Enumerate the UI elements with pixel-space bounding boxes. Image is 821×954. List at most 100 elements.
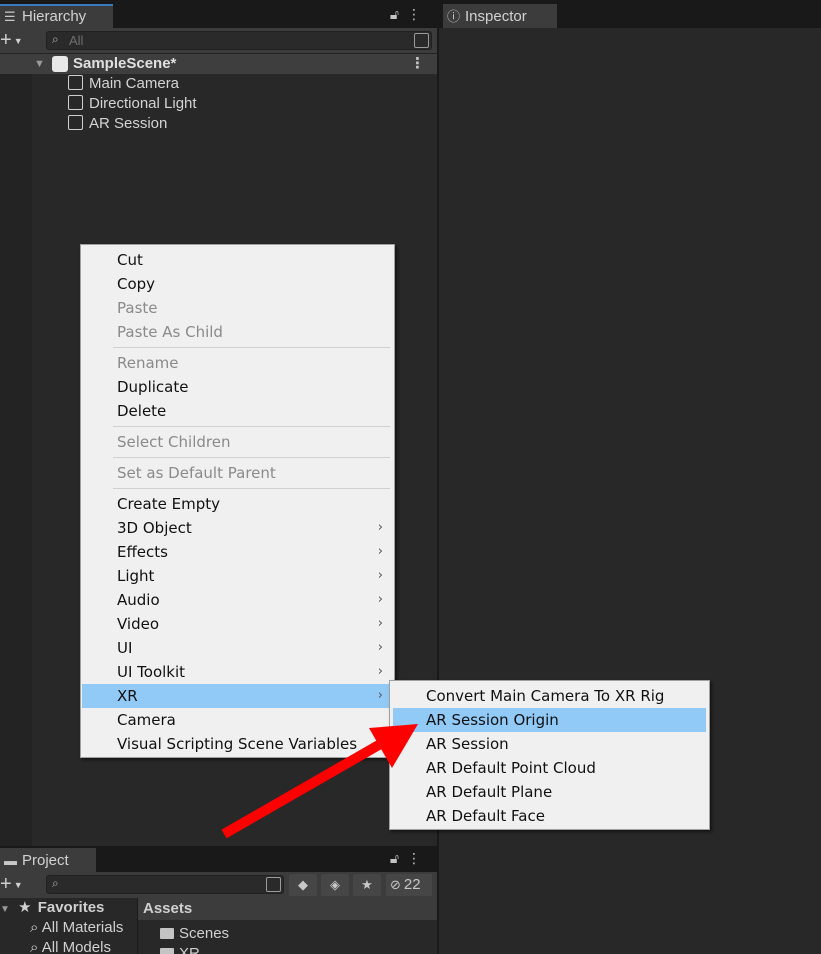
assets-breadcrumb[interactable]: Assets (138, 898, 437, 920)
chevron-right-icon: › (377, 688, 383, 703)
search-by-type-icon[interactable]: ◆ (289, 874, 317, 896)
tab-inspector[interactable]: ⓘ Inspector (443, 4, 557, 28)
lock-icon[interactable]: 🔓︎ (390, 6, 407, 22)
folder-icon (160, 928, 174, 939)
menu-separator (113, 488, 390, 489)
more-options-icon[interactable]: ⋮ (407, 850, 429, 866)
favorites-item[interactable]: ⌕ All Models (30, 938, 111, 954)
project-tabbar: ▬ Project 🔓︎⋮ (0, 848, 437, 872)
more-options-icon[interactable]: ⋮ (407, 6, 429, 22)
scene-more-icon[interactable]: ⋮ (410, 54, 425, 74)
favorites-item-label: All Materials (41, 919, 124, 936)
eye-hidden-icon: ⊘ (390, 877, 401, 892)
submenu-item-ar-default-plane[interactable]: AR Default Plane (393, 780, 706, 804)
menu-item-3d-object[interactable]: 3D Object › (82, 516, 393, 540)
menu-item-label: UI Toolkit (117, 663, 186, 681)
menu-separator (113, 457, 390, 458)
scene-icon (52, 56, 68, 72)
hierarchy-item-label: AR Session (89, 115, 168, 132)
tab-project[interactable]: ▬ Project (0, 848, 96, 872)
favorites-item[interactable]: ⌕ All Materials (30, 918, 123, 938)
menu-item-paste-as-child: Paste As Child (82, 320, 393, 344)
hierarchy-item[interactable]: Directional Light (68, 94, 197, 114)
list-icon: ☰ (4, 9, 16, 24)
create-asset-button[interactable]: + ▼ (0, 874, 23, 895)
lock-icon[interactable]: 🔓︎ (390, 850, 407, 866)
menu-item-label: Visual Scripting Scene Variables (117, 735, 358, 753)
info-icon: ⓘ (447, 9, 461, 24)
menu-item-label: 3D Object (117, 519, 192, 537)
submenu-item-ar-default-point-cloud[interactable]: AR Default Point Cloud (393, 756, 706, 780)
submenu-item-ar-session[interactable]: AR Session (393, 732, 706, 756)
gameobject-cube-icon (68, 115, 83, 130)
menu-item-label: Duplicate (117, 378, 189, 396)
foldout-arrow-icon[interactable]: ▼ (34, 54, 45, 74)
project-assets-view: Assets Scenes XR (137, 898, 437, 954)
project-panel: ▬ Project 🔓︎⋮ + ▼ ⌕ ◆ ◈ ★ ⊘ 22 ▼ ★ Favorit… (0, 848, 437, 954)
menu-item-cut[interactable]: Cut (82, 248, 393, 272)
search-options-icon[interactable] (414, 33, 429, 48)
menu-item-label: UI (117, 639, 133, 657)
menu-item-xr[interactable]: XR › (82, 684, 393, 708)
menu-separator (113, 426, 390, 427)
menu-item-label: Light (117, 567, 155, 585)
search-options-icon[interactable] (266, 877, 281, 892)
project-search-field[interactable]: ⌕ (46, 875, 284, 894)
asset-folder-label: XR (179, 945, 200, 954)
menu-item-camera[interactable]: Camera (82, 708, 393, 732)
menu-item-ui-toolkit[interactable]: UI Toolkit › (82, 660, 393, 684)
inspector-tabbar: ⓘ Inspector (439, 4, 821, 28)
favorite-star-icon[interactable]: ★ (353, 874, 381, 896)
hidden-packages-toggle[interactable]: ⊘ 22 (386, 874, 432, 896)
menu-item-audio[interactable]: Audio › (82, 588, 393, 612)
chevron-right-icon: › (377, 520, 383, 535)
tab-inspector-label: Inspector (465, 8, 527, 25)
favorites-item-label: All Models (41, 939, 111, 954)
menu-item-label: Cut (117, 251, 143, 269)
tab-hierarchy[interactable]: ☰ Hierarchy (0, 4, 113, 28)
hierarchy-search-field[interactable]: ⌕ All (46, 31, 432, 50)
tab-hierarchy-label: Hierarchy (22, 8, 87, 25)
scene-row[interactable]: ▼ SampleScene* ⋮ (0, 54, 437, 74)
chevron-right-icon: › (377, 568, 383, 583)
submenu-item-label: AR Default Plane (426, 783, 553, 801)
hierarchy-gutter (0, 74, 32, 846)
menu-item-delete[interactable]: Delete (82, 399, 393, 423)
submenu-item-label: AR Default Face (426, 807, 545, 825)
submenu-item-convert-main-camera[interactable]: Convert Main Camera To XR Rig (393, 684, 706, 708)
chevron-down-icon: ▼ (13, 879, 23, 890)
project-toolbar: + ▼ ⌕ ◆ ◈ ★ ⊘ 22 (0, 872, 437, 898)
hierarchy-item[interactable]: Main Camera (68, 74, 179, 94)
menu-item-create-empty[interactable]: Create Empty (82, 492, 393, 516)
search-icon: ⌕ (52, 876, 59, 890)
submenu-item-ar-session-origin[interactable]: AR Session Origin (393, 708, 706, 732)
search-by-label-icon[interactable]: ◈ (321, 874, 349, 896)
submenu-item-ar-default-face[interactable]: AR Default Face (393, 804, 706, 828)
menu-item-effects[interactable]: Effects › (82, 540, 393, 564)
menu-item-visual-scripting-scene-variables[interactable]: Visual Scripting Scene Variables (82, 732, 393, 756)
add-object-button[interactable]: + ▼ (0, 30, 23, 51)
chevron-right-icon: › (377, 544, 383, 559)
hierarchy-tabbar: ☰ Hierarchy 🔓︎⋮ (0, 4, 437, 28)
xr-submenu: Convert Main Camera To XR Rig AR Session… (389, 680, 710, 830)
menu-item-label: Paste As Child (117, 323, 223, 341)
hierarchy-item[interactable]: AR Session (68, 114, 167, 134)
menu-item-duplicate[interactable]: Duplicate (82, 375, 393, 399)
menu-item-light[interactable]: Light › (82, 564, 393, 588)
search-icon: ⌕ (30, 919, 39, 936)
asset-folder[interactable]: XR (160, 944, 200, 954)
favorites-section[interactable]: ▼ ★ Favorites (0, 898, 104, 918)
menu-item-label: Video (117, 615, 160, 633)
hierarchy-item-label: Directional Light (89, 95, 197, 112)
menu-item-copy[interactable]: Copy (82, 272, 393, 296)
menu-item-video[interactable]: Video › (82, 612, 393, 636)
submenu-item-label: AR Session (426, 735, 509, 753)
foldout-arrow-icon[interactable]: ▼ (0, 904, 10, 915)
menu-item-label: Delete (117, 402, 167, 420)
submenu-item-label: AR Session Origin (426, 711, 559, 729)
asset-folder[interactable]: Scenes (160, 924, 229, 944)
menu-item-ui[interactable]: UI › (82, 636, 393, 660)
menu-item-label: Rename (117, 354, 179, 372)
gameobject-cube-icon (68, 95, 83, 110)
menu-item-label: Paste (117, 299, 158, 317)
